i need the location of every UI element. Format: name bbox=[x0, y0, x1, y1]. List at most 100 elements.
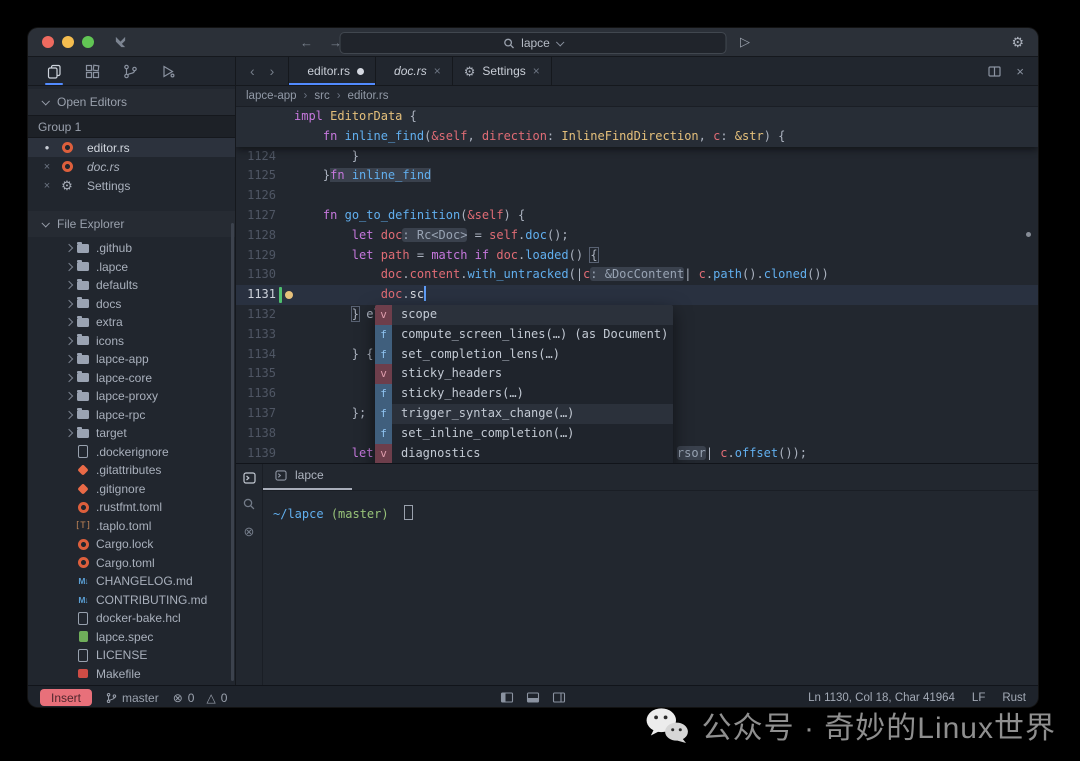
breadcrumb[interactable]: lapce-app›src›editor.rs bbox=[236, 86, 1038, 107]
terminal-tab[interactable]: lapce bbox=[263, 462, 352, 490]
language-mode[interactable]: Rust bbox=[1002, 692, 1026, 704]
open-editor-item[interactable]: ×⚙Settings bbox=[28, 176, 235, 195]
tree-file[interactable]: Makefile bbox=[28, 665, 235, 684]
tree-file[interactable]: docker-bake.hcl bbox=[28, 609, 235, 628]
git-branch[interactable]: master bbox=[106, 691, 159, 705]
completion-item[interactable]: fset_completion_lens(…) bbox=[375, 345, 673, 365]
diagnostics[interactable]: ⊗ 0 △ 0 bbox=[173, 691, 228, 705]
nav-back-icon[interactable]: ← bbox=[300, 35, 313, 50]
line-number: 1137 bbox=[236, 404, 276, 424]
tree-file[interactable]: M↓CONTRIBUTING.md bbox=[28, 591, 235, 610]
chevron-right-icon bbox=[62, 264, 75, 270]
settings-gear-icon[interactable]: ⚙ bbox=[1011, 34, 1024, 51]
completion-item[interactable]: fcompute_screen_lines(…) (as Document) bbox=[375, 325, 673, 345]
source-control-icon[interactable] bbox=[118, 57, 142, 85]
tree-file[interactable]: .gitignore bbox=[28, 480, 235, 499]
tabs-back-icon[interactable]: ‹ bbox=[250, 63, 255, 79]
tree-file[interactable]: LICENSE bbox=[28, 646, 235, 665]
tree-file[interactable]: Cargo.toml bbox=[28, 554, 235, 573]
code-line[interactable]: 1131 doc.sc bbox=[236, 285, 1038, 305]
completion-item[interactable]: vsticky_headers bbox=[375, 364, 673, 384]
git-icon bbox=[75, 466, 91, 474]
tree-folder[interactable]: lapce-core bbox=[28, 369, 235, 388]
run-button[interactable]: ▷ bbox=[740, 34, 750, 50]
tree-file[interactable]: [T].taplo.toml bbox=[28, 517, 235, 536]
tab-doc-rs[interactable]: doc.rs× bbox=[376, 57, 453, 85]
open-editor-item[interactable]: ×doc.rs bbox=[28, 157, 235, 176]
close-icon[interactable]: × bbox=[434, 64, 441, 78]
code-line[interactable]: 1125 }fn inline_find bbox=[236, 166, 1038, 186]
completion-item[interactable]: fset_inline_completion(…) bbox=[375, 424, 673, 444]
close-window-button[interactable] bbox=[42, 36, 54, 48]
open-editors-header[interactable]: Open Editors bbox=[28, 89, 235, 115]
file-explorer-header[interactable]: File Explorer bbox=[28, 211, 235, 237]
code-line[interactable]: 1129 let path = match if doc.loaded() { bbox=[236, 246, 1038, 266]
folder-icon bbox=[75, 373, 91, 382]
tree-folder[interactable]: docs bbox=[28, 295, 235, 314]
open-editor-item[interactable]: ●editor.rs bbox=[28, 138, 235, 157]
breadcrumb-item[interactable]: src bbox=[314, 90, 329, 102]
tree-folder[interactable]: defaults bbox=[28, 276, 235, 295]
sidebar-scrollbar[interactable] bbox=[231, 223, 234, 681]
tree-file[interactable]: Cargo.lock bbox=[28, 535, 235, 554]
folder-icon bbox=[75, 262, 91, 271]
tree-folder[interactable]: lapce-proxy bbox=[28, 387, 235, 406]
split-editor-icon[interactable] bbox=[988, 66, 1001, 77]
maximize-window-button[interactable] bbox=[82, 36, 94, 48]
toggle-right-panel-icon[interactable] bbox=[553, 692, 566, 703]
tree-folder[interactable]: extra bbox=[28, 313, 235, 332]
completion-item[interactable]: fsticky_headers(…) bbox=[375, 384, 673, 404]
tab-Settings[interactable]: ⚙Settings× bbox=[453, 57, 552, 85]
debug-icon[interactable] bbox=[156, 57, 180, 85]
cursor-position[interactable]: Ln 1130, Col 18, Char 41964 bbox=[808, 692, 955, 704]
code-line[interactable]: 1124 } bbox=[236, 147, 1038, 167]
tabs-forward-icon[interactable]: › bbox=[270, 63, 275, 79]
tree-file[interactable]: .dockerignore bbox=[28, 443, 235, 462]
plugins-icon[interactable] bbox=[80, 57, 104, 85]
tree-file[interactable]: .rustfmt.toml bbox=[28, 498, 235, 517]
breadcrumb-item[interactable]: editor.rs bbox=[348, 90, 389, 102]
terminal-content[interactable]: ~/lapce (master) bbox=[263, 491, 1038, 521]
tree-file[interactable]: lapce.spec bbox=[28, 628, 235, 647]
close-icon[interactable]: × bbox=[533, 64, 540, 78]
completion-item[interactable]: vdiagnostics bbox=[375, 444, 673, 463]
completion-item[interactable]: vscope bbox=[375, 305, 673, 325]
code-editor[interactable]: impl EditorData { fn inline_find(&self, … bbox=[236, 107, 1038, 463]
folder-name: defaults bbox=[96, 278, 138, 292]
tree-folder[interactable]: lapce-app bbox=[28, 350, 235, 369]
close-icon[interactable]: × bbox=[42, 161, 52, 173]
toggle-left-panel-icon[interactable] bbox=[501, 692, 514, 703]
editor-scrollbar-dot[interactable] bbox=[1026, 232, 1031, 237]
lightbulb-icon[interactable] bbox=[285, 291, 293, 299]
code-line[interactable]: 1128 let doc: Rc<Doc> = self.doc(); bbox=[236, 226, 1038, 246]
code-line[interactable]: 1130 doc.content.with_untracked(|c: &Doc… bbox=[236, 265, 1038, 285]
modified-dot[interactable]: ● bbox=[42, 143, 52, 152]
minimize-window-button[interactable] bbox=[62, 36, 74, 48]
code-text: } { bbox=[294, 345, 373, 365]
panel-problems-icon[interactable]: ⊗ bbox=[244, 524, 255, 540]
completion-item[interactable]: ftrigger_syntax_change(…) bbox=[375, 404, 673, 424]
rust-icon bbox=[75, 502, 91, 513]
line-ending[interactable]: LF bbox=[972, 692, 985, 704]
code-line[interactable]: 1126 bbox=[236, 186, 1038, 206]
code-text: }fn inline_find bbox=[294, 166, 431, 186]
toggle-bottom-panel-icon[interactable] bbox=[527, 692, 540, 703]
tree-file[interactable]: .gitattributes bbox=[28, 461, 235, 480]
tree-folder[interactable]: .lapce bbox=[28, 258, 235, 277]
tree-folder[interactable]: target bbox=[28, 424, 235, 443]
tree-file[interactable]: M↓CHANGELOG.md bbox=[28, 572, 235, 591]
close-icon[interactable]: × bbox=[1016, 64, 1024, 79]
mode-badge[interactable]: Insert bbox=[40, 689, 92, 706]
close-icon[interactable]: × bbox=[42, 180, 52, 192]
tree-folder[interactable]: .github bbox=[28, 239, 235, 258]
terminal-panel-icon[interactable] bbox=[243, 472, 256, 484]
folder-name: lapce-proxy bbox=[96, 389, 158, 403]
tree-folder[interactable]: lapce-rpc bbox=[28, 406, 235, 425]
file-explorer-icon[interactable] bbox=[42, 57, 66, 85]
breadcrumb-item[interactable]: lapce-app bbox=[246, 90, 297, 102]
code-line[interactable]: 1127 fn go_to_definition(&self) { bbox=[236, 206, 1038, 226]
command-palette[interactable]: lapce bbox=[340, 32, 727, 54]
tab-editor-rs[interactable]: editor.rs bbox=[288, 57, 376, 85]
tree-folder[interactable]: icons bbox=[28, 332, 235, 351]
panel-search-icon[interactable] bbox=[243, 498, 255, 510]
